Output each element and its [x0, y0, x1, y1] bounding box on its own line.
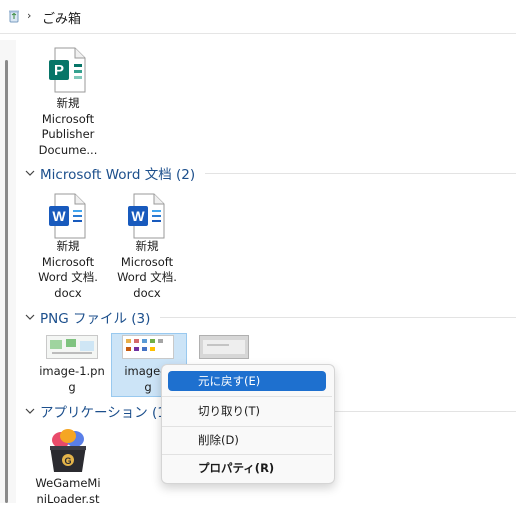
chevron-down-icon: [25, 408, 35, 414]
file-label: 新規 Microsoft Word 文档. docx: [38, 239, 98, 300]
chevron-down-icon: [25, 314, 35, 320]
breadcrumb: › ごみ箱: [0, 0, 516, 34]
file-item-image-3[interactable]: [186, 335, 262, 364]
file-label: image-1.pn g: [39, 364, 105, 394]
svg-text:W: W: [131, 208, 145, 224]
scrollbar-thumb[interactable]: [5, 60, 8, 503]
file-label: WeGameMi niLoader.st: [35, 476, 101, 506]
menu-item-cut[interactable]: 切り取り(T): [168, 401, 326, 421]
recycle-bin-icon: [9, 10, 19, 23]
image-thumbnail: [46, 335, 98, 359]
app-icon: G: [50, 429, 86, 472]
file-label: 新規 Microsoft Word 文档. docx: [117, 239, 177, 300]
file-item-word-2[interactable]: W 新規 Microsoft Word 文档. docx: [109, 193, 185, 301]
menu-item-restore[interactable]: 元に戻す(E): [168, 371, 326, 391]
menu-separator: [162, 426, 332, 427]
group-title: PNG ファイル (3): [40, 311, 151, 327]
file-item-publisher[interactable]: P 新規 Microsoft Publisher Docume...: [30, 46, 106, 158]
publisher-file-icon: P: [49, 47, 86, 93]
file-label: 新規 Microsoft Publisher Docume...: [38, 96, 98, 157]
group-divider: [160, 316, 516, 318]
word-file-icon: W: [128, 193, 165, 239]
menu-separator: [162, 454, 332, 455]
group-title: アプリケーション (1): [40, 405, 172, 421]
breadcrumb-location[interactable]: ごみ箱: [42, 8, 81, 27]
group-header-word[interactable]: Microsoft Word 文档 (2): [24, 163, 516, 183]
group-header-png[interactable]: PNG ファイル (3): [24, 307, 516, 327]
breadcrumb-separator: ›: [27, 9, 32, 22]
group-title: Microsoft Word 文档 (2): [40, 167, 196, 183]
image-thumbnail: [199, 335, 249, 359]
file-item-image-1[interactable]: image-1.pn g: [34, 335, 110, 395]
svg-text:G: G: [64, 456, 71, 466]
scrollbar-track[interactable]: [0, 40, 16, 503]
file-item-word-1[interactable]: W 新規 Microsoft Word 文档. docx: [30, 193, 106, 301]
file-item-app[interactable]: G WeGameMi niLoader.st: [30, 428, 106, 507]
svg-text:W: W: [52, 208, 66, 224]
image-thumbnail: [122, 335, 174, 359]
menu-separator: [162, 396, 332, 397]
word-file-icon: W: [49, 193, 86, 239]
chevron-down-icon: [25, 170, 35, 176]
group-divider: [205, 172, 516, 174]
context-menu: 元に戻す(E) 切り取り(T) 削除(D) プロパティ(R): [161, 364, 335, 484]
menu-item-properties[interactable]: プロパティ(R): [168, 458, 326, 478]
svg-text:P: P: [54, 62, 64, 79]
menu-item-delete[interactable]: 削除(D): [168, 430, 326, 450]
